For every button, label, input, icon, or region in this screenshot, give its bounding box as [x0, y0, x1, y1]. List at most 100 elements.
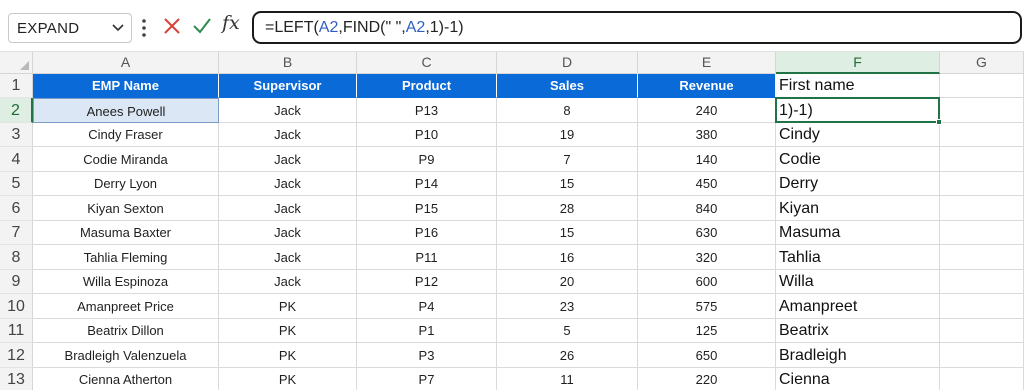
cell-e8[interactable]: 320 [638, 245, 776, 270]
cell-g5[interactable] [940, 172, 1024, 196]
chevron-down-icon[interactable] [111, 20, 125, 36]
cell-d5[interactable]: 15 [497, 172, 638, 196]
cell-d10[interactable]: 23 [497, 294, 638, 319]
cell-g13[interactable] [940, 368, 1024, 390]
cell-e4[interactable]: 140 [638, 147, 776, 172]
cell-e13[interactable]: 220 [638, 368, 776, 390]
cell-e10[interactable]: 575 [638, 294, 776, 319]
cell-c3[interactable]: P10 [357, 123, 497, 147]
cell-b7[interactable]: Jack [219, 221, 357, 245]
cell-d2[interactable]: 8 [497, 98, 638, 123]
cell-a1[interactable]: EMP Name [33, 74, 219, 98]
cell-a3[interactable]: Cindy Fraser [33, 123, 219, 147]
row-header-3[interactable]: 3 [0, 123, 33, 147]
column-header-g[interactable]: G [940, 52, 1024, 74]
cell-c13[interactable]: P7 [357, 368, 497, 390]
column-header-b[interactable]: B [219, 52, 357, 74]
cell-e12[interactable]: 650 [638, 343, 776, 368]
insert-function-icon[interactable]: fx [222, 12, 240, 34]
cell-d3[interactable]: 19 [497, 123, 638, 147]
row-header-12[interactable]: 12 [0, 343, 33, 368]
cell-a5[interactable]: Derry Lyon [33, 172, 219, 196]
cell-e5[interactable]: 450 [638, 172, 776, 196]
cell-d4[interactable]: 7 [497, 147, 638, 172]
enter-icon[interactable] [192, 17, 212, 35]
row-header-7[interactable]: 7 [0, 221, 33, 245]
cell-b9[interactable]: Jack [219, 270, 357, 294]
cell-e2[interactable]: 240 [638, 98, 776, 123]
row-header-13[interactable]: 13 [0, 368, 33, 390]
cell-f9[interactable]: Willa [776, 270, 940, 294]
cell-a4[interactable]: Codie Miranda [33, 147, 219, 172]
cell-a9[interactable]: Willa Espinoza [33, 270, 219, 294]
cell-c7[interactable]: P16 [357, 221, 497, 245]
cell-c4[interactable]: P9 [357, 147, 497, 172]
cell-e3[interactable]: 380 [638, 123, 776, 147]
row-header-5[interactable]: 5 [0, 172, 33, 196]
row-header-11[interactable]: 11 [0, 319, 33, 343]
cell-e9[interactable]: 600 [638, 270, 776, 294]
cell-e6[interactable]: 840 [638, 196, 776, 221]
formula-input[interactable]: =LEFT(A2,FIND(" ",A2,1)-1) [252, 11, 1022, 44]
name-box[interactable]: EXPAND [8, 13, 132, 43]
cell-c5[interactable]: P14 [357, 172, 497, 196]
cell-g10[interactable] [940, 294, 1024, 319]
cell-f13[interactable]: Cienna [776, 368, 940, 390]
cell-f10[interactable]: Amanpreet [776, 294, 940, 319]
cell-b3[interactable]: Jack [219, 123, 357, 147]
cell-g3[interactable] [940, 123, 1024, 147]
cell-c6[interactable]: P15 [357, 196, 497, 221]
cell-c12[interactable]: P3 [357, 343, 497, 368]
column-header-e[interactable]: E [638, 52, 776, 74]
cell-g12[interactable] [940, 343, 1024, 368]
cell-a8[interactable]: Tahlia Fleming [33, 245, 219, 270]
cell-b10[interactable]: PK [219, 294, 357, 319]
cell-a6[interactable]: Kiyan Sexton [33, 196, 219, 221]
cell-b13[interactable]: PK [219, 368, 357, 390]
column-header-d[interactable]: D [497, 52, 638, 74]
cell-a13[interactable]: Cienna Atherton [33, 368, 219, 390]
row-header-8[interactable]: 8 [0, 245, 33, 270]
cell-c1[interactable]: Product [357, 74, 497, 98]
cell-a12[interactable]: Bradleigh Valenzuela [33, 343, 219, 368]
cell-g6[interactable] [940, 196, 1024, 221]
column-header-a[interactable]: A [33, 52, 219, 74]
cell-e1[interactable]: Revenue [638, 74, 776, 98]
cell-g7[interactable] [940, 221, 1024, 245]
cell-f6[interactable]: Kiyan [776, 196, 940, 221]
cell-d9[interactable]: 20 [497, 270, 638, 294]
cell-g1[interactable] [940, 74, 1024, 98]
cell-g9[interactable] [940, 270, 1024, 294]
cell-g2[interactable] [940, 98, 1024, 123]
row-header-2[interactable]: 2 [0, 98, 33, 123]
cell-b6[interactable]: Jack [219, 196, 357, 221]
cell-d1[interactable]: Sales [497, 74, 638, 98]
cell-b2[interactable]: Jack [219, 98, 357, 123]
cell-d8[interactable]: 16 [497, 245, 638, 270]
cell-f8[interactable]: Tahlia [776, 245, 940, 270]
cell-f4[interactable]: Codie [776, 147, 940, 172]
cell-b5[interactable]: Jack [219, 172, 357, 196]
cell-d11[interactable]: 5 [497, 319, 638, 343]
row-header-4[interactable]: 4 [0, 147, 33, 172]
select-all-corner[interactable] [0, 52, 33, 74]
cell-g8[interactable] [940, 245, 1024, 270]
more-options-icon[interactable] [140, 17, 148, 39]
cell-f7[interactable]: Masuma [776, 221, 940, 245]
cell-a11[interactable]: Beatrix Dillon [33, 319, 219, 343]
cell-e11[interactable]: 125 [638, 319, 776, 343]
cell-g4[interactable] [940, 147, 1024, 172]
row-header-10[interactable]: 10 [0, 294, 33, 319]
cell-g11[interactable] [940, 319, 1024, 343]
cell-e7[interactable]: 630 [638, 221, 776, 245]
cell-c2[interactable]: P13 [357, 98, 497, 123]
cell-a7[interactable]: Masuma Baxter [33, 221, 219, 245]
cell-f2[interactable]: 1)-1) [776, 98, 940, 123]
cell-b11[interactable]: PK [219, 319, 357, 343]
cell-d12[interactable]: 26 [497, 343, 638, 368]
cell-f5[interactable]: Derry [776, 172, 940, 196]
cell-a10[interactable]: Amanpreet Price [33, 294, 219, 319]
cell-c9[interactable]: P12 [357, 270, 497, 294]
cell-a2[interactable]: Anees Powell [33, 98, 219, 123]
cell-d6[interactable]: 28 [497, 196, 638, 221]
